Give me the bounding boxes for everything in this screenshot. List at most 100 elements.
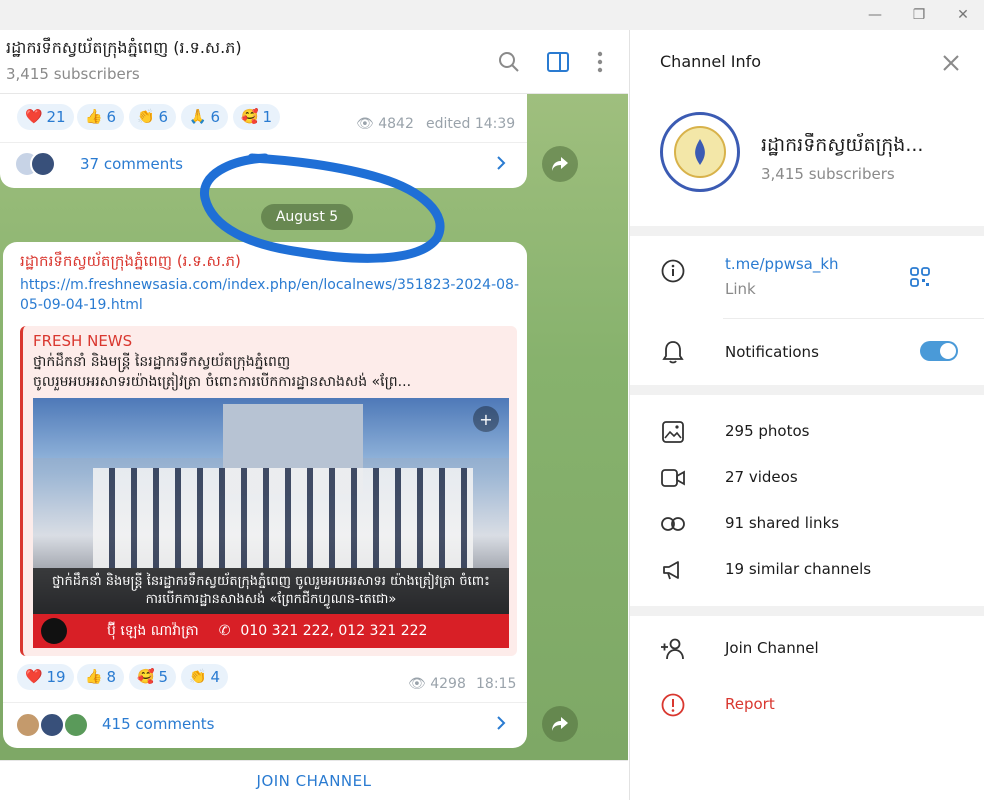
panel-title: Channel Info: [660, 52, 762, 71]
join-channel-row[interactable]: Join Channel: [725, 639, 819, 657]
shared-links-row[interactable]: 91 shared links: [725, 514, 839, 532]
video-icon: [660, 465, 686, 491]
preview-image[interactable]: + ថ្នាក់ដឹកនាំ និងមន្ត្រី នៃរដ្ឋាករទឹកស្…: [33, 398, 509, 648]
avatar: [63, 712, 89, 738]
channel-name: រដ្ឋាករទឹកស្វយ័តក្រុង...: [761, 134, 924, 156]
reaction-count: 5: [158, 668, 168, 686]
message-bubble[interactable]: ❤️ 21 👍 6 👏 6 🙏 6 🥰 1 👁 4842 edited 14:39 37 …: [0, 94, 527, 188]
megaphone-icon: [660, 557, 686, 583]
chevron-right-icon: [496, 715, 506, 735]
thumbs-up-icon: 👍: [85, 109, 103, 125]
message-bubble[interactable]: រដ្ឋាករទឹកស្វយ័តក្រុងភ្នំពេញ (រ.ទ.ស.ភ) h…: [3, 242, 527, 748]
preview-title-line: ថ្នាក់ដឹកនាំ និងមន្ត្រី នៃរដ្ឋាករទឹកស្វយ…: [33, 354, 291, 370]
image-banner: ប៊ុី ឡេង ណាវ៉ាត្រា ✆ 010 321 222, 012 32…: [33, 614, 509, 648]
divider: [630, 385, 984, 395]
notifications-label: Notifications: [725, 343, 819, 361]
info-icon: [660, 258, 686, 284]
chat-area[interactable]: ❤️ 21 👍 6 👏 6 🙏 6 🥰 1 👁 4842 edited 14:39 37 …: [0, 94, 628, 760]
reaction-count: 8: [106, 668, 116, 686]
reaction-count: 19: [46, 668, 66, 686]
reaction-chip[interactable]: ❤️ 21: [17, 104, 74, 130]
smiling-hearts-icon: 🥰: [137, 669, 155, 685]
image-caption: ថ្នាក់ដឹកនាំ និងមន្ត្រី នៃរដ្ឋាករទឹកស្វយ…: [33, 568, 509, 614]
link-icon: [660, 511, 686, 537]
channel-avatar[interactable]: [660, 112, 740, 192]
add-user-icon: [660, 636, 686, 662]
qr-code-icon[interactable]: [910, 267, 930, 291]
pray-icon: 🙏: [189, 109, 207, 125]
link-preview[interactable]: FRESH NEWS ថ្នាក់ដឹកនាំ និងមន្ត្រី នៃរដ្…: [20, 326, 517, 656]
chat-header[interactable]: រដ្ឋាករទឹកស្វយ័តក្រុងភ្នំពេញ (រ.ទ.ស.ភ) 3…: [0, 30, 628, 94]
chevron-right-icon: [496, 155, 506, 175]
channel-subscribers: 3,415 subscribers: [761, 165, 895, 183]
reaction-chip[interactable]: 🙏 6: [181, 104, 228, 130]
reaction-count: 1: [262, 108, 272, 126]
channel-info-panel: Channel Info រដ្ឋាករទឹកស្វយ័តក្រុង... 3,…: [629, 30, 984, 800]
videos-row[interactable]: 27 videos: [725, 468, 798, 486]
comments-link[interactable]: 37 comments: [80, 155, 183, 173]
window-titlebar: — ❐ ✕: [0, 0, 984, 30]
reaction-chip[interactable]: 🥰 1: [233, 104, 280, 130]
message-link[interactable]: https://m.freshnewsasia.com/index.php/en…: [20, 275, 520, 315]
search-icon[interactable]: [496, 49, 522, 75]
comments-link[interactable]: 415 comments: [102, 715, 214, 733]
message-time: 18:15: [476, 676, 517, 692]
join-channel-button[interactable]: JOIN CHANNEL: [0, 760, 628, 800]
reaction-chip[interactable]: 👏 6: [129, 104, 176, 130]
share-icon[interactable]: [542, 146, 578, 182]
share-icon[interactable]: [542, 706, 578, 742]
logo-emblem: [674, 126, 726, 178]
views-value: 4842: [378, 116, 414, 132]
eye-icon: 👁: [408, 676, 426, 692]
message-sender[interactable]: រដ្ឋាករទឹកស្វយ័តក្រុងភ្នំពេញ (រ.ទ.ស.ភ): [20, 252, 241, 274]
sidebar-toggle-icon[interactable]: [545, 49, 571, 75]
reaction-chip[interactable]: ❤️ 19: [17, 664, 74, 690]
chat-title: រដ្ឋាករទឹកស្វយ័តក្រុងភ្នំពេញ (រ.ទ.ស.ភ): [6, 38, 242, 57]
heart-icon: ❤️: [25, 669, 43, 685]
close-window-button[interactable]: ✕: [940, 0, 984, 30]
zoom-icon[interactable]: +: [473, 406, 499, 432]
comments-row[interactable]: 37 comments: [0, 142, 527, 186]
reaction-chip[interactable]: 👍 6: [77, 104, 124, 130]
photo-icon: [660, 419, 686, 445]
report-icon: [660, 692, 686, 718]
clap-icon: 👏: [137, 109, 155, 125]
badge-icon: [41, 618, 67, 644]
preview-site-name: FRESH NEWS: [33, 332, 133, 350]
smiling-hearts-icon: 🥰: [241, 109, 259, 125]
eye-icon: 👁: [356, 116, 374, 132]
similar-channels-row[interactable]: 19 similar channels: [725, 560, 871, 578]
link-label: Link: [725, 280, 756, 298]
banner-name: ប៊ុី ឡេង ណាវ៉ាត្រា: [107, 622, 199, 639]
photos-row[interactable]: 295 photos: [725, 422, 809, 440]
banner-phone: 010 321 222, 012 321 222: [240, 623, 428, 639]
view-count: 👁 4298: [408, 676, 466, 692]
comments-row[interactable]: 415 comments: [3, 702, 527, 746]
crowd-shape: [93, 468, 473, 568]
restore-button[interactable]: ❐: [896, 0, 942, 30]
avatar: [30, 151, 56, 177]
bell-icon: [660, 339, 686, 365]
thumbs-up-icon: 👍: [85, 669, 103, 685]
more-menu-icon[interactable]: [587, 49, 613, 75]
divider: [723, 318, 984, 319]
view-count: 👁 4842: [356, 116, 414, 132]
minimize-button[interactable]: —: [852, 0, 898, 30]
reaction-chip[interactable]: 🥰 5: [129, 664, 176, 690]
reaction-count: 6: [210, 108, 220, 126]
report-row[interactable]: Report: [725, 695, 775, 713]
chat-subscribers: 3,415 subscribers: [6, 65, 140, 83]
reaction-chip[interactable]: 👏 4: [181, 664, 228, 690]
close-icon[interactable]: [938, 50, 964, 76]
clap-icon: 👏: [189, 669, 207, 685]
date-separator: August 5: [261, 204, 353, 230]
notifications-toggle[interactable]: [920, 341, 958, 361]
reaction-chip[interactable]: 👍 8: [77, 664, 124, 690]
preview-title-line: ចូលរួមអបអរសាទរយ៉ាងត្រៀវត្រា ចំពោះការបើកក…: [33, 374, 412, 390]
message-time: edited 14:39: [426, 116, 516, 132]
divider: [630, 606, 984, 616]
reaction-count: 21: [46, 108, 66, 126]
channel-link[interactable]: t.me/ppwsa_kh: [725, 255, 839, 273]
divider: [630, 226, 984, 236]
avatar: [39, 712, 65, 738]
